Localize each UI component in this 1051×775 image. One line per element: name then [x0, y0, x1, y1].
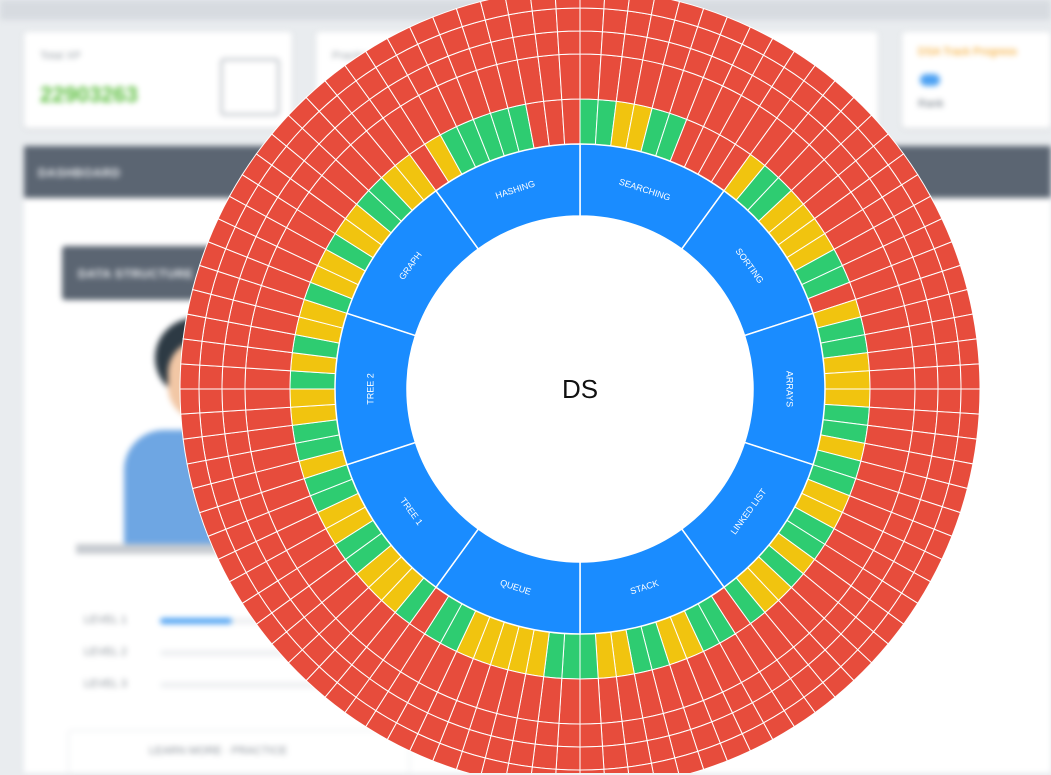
problem-cell[interactable]: [221, 388, 247, 413]
problem-cell[interactable]: [534, 720, 560, 747]
problem-cell[interactable]: [558, 677, 581, 725]
problem-cell[interactable]: [556, 722, 581, 748]
topic-label: TREE 2: [365, 373, 375, 405]
problem-cell[interactable]: [621, 717, 648, 745]
problem-cell[interactable]: [579, 30, 604, 56]
problem-cell[interactable]: [289, 388, 337, 408]
problem-cell[interactable]: [953, 313, 978, 342]
problem-cell[interactable]: [558, 53, 581, 101]
problem-cell[interactable]: [531, 743, 559, 770]
problem-cell[interactable]: [601, 743, 629, 770]
problem-cell[interactable]: [913, 365, 939, 390]
problem-cell[interactable]: [934, 410, 961, 438]
problem-cell[interactable]: [579, 7, 605, 33]
problem-cell[interactable]: [199, 340, 226, 368]
problem-cell[interactable]: [600, 720, 626, 747]
problem-cell[interactable]: [244, 388, 292, 411]
problem-cell[interactable]: [579, 0, 605, 10]
problem-cell[interactable]: [579, 722, 604, 748]
problem-cell[interactable]: [561, 98, 581, 146]
problem-cell[interactable]: [222, 409, 249, 435]
problem-cell[interactable]: [508, 10, 536, 38]
problem-cell[interactable]: [959, 388, 981, 415]
problem-cell[interactable]: [934, 340, 961, 368]
problem-cell[interactable]: [957, 338, 980, 366]
problem-cell[interactable]: [868, 367, 916, 390]
problem-cell[interactable]: [556, 30, 581, 56]
problem-cell[interactable]: [179, 388, 201, 415]
progress-sunburst-chart: SEARCHINGSORTINGARRAYSLINKED LISTSTACKQU…: [179, 0, 981, 773]
problem-cell[interactable]: [555, 768, 581, 773]
problem-cell[interactable]: [959, 363, 981, 390]
problem-cell[interactable]: [624, 740, 652, 768]
problem-cell[interactable]: [579, 632, 599, 680]
problem-cell[interactable]: [936, 364, 962, 390]
problem-cell[interactable]: [198, 364, 224, 390]
problem-cell[interactable]: [579, 677, 602, 725]
problem-cell[interactable]: [180, 338, 203, 366]
problem-cell[interactable]: [222, 343, 249, 369]
problem-cell[interactable]: [182, 313, 207, 342]
problem-cell[interactable]: [579, 745, 605, 771]
problem-cell[interactable]: [555, 745, 581, 771]
problem-cell[interactable]: [936, 388, 962, 414]
problem-cell[interactable]: [198, 388, 224, 414]
problem-cell[interactable]: [244, 367, 292, 390]
problem-cell[interactable]: [601, 8, 629, 35]
problem-cell[interactable]: [221, 365, 247, 390]
problem-cell[interactable]: [224, 430, 252, 457]
problem-cell[interactable]: [555, 0, 581, 10]
problem-cell[interactable]: [182, 436, 207, 465]
problem-cell[interactable]: [530, 0, 557, 12]
problem-cell[interactable]: [201, 433, 229, 461]
problem-cell[interactable]: [957, 412, 980, 440]
problem-cell[interactable]: [180, 412, 203, 440]
problem-cell[interactable]: [179, 363, 201, 390]
problem-cell[interactable]: [823, 370, 871, 390]
problem-cell[interactable]: [579, 53, 602, 101]
problem-cell[interactable]: [555, 7, 581, 33]
problem-cell[interactable]: [911, 343, 938, 369]
problem-cell[interactable]: [512, 33, 539, 61]
problem-cell[interactable]: [868, 388, 916, 411]
problem-cell[interactable]: [931, 317, 959, 345]
problem-cell[interactable]: [908, 321, 936, 348]
problem-cell[interactable]: [603, 0, 630, 12]
problem-cell[interactable]: [534, 31, 560, 58]
problem-cell[interactable]: [953, 436, 978, 465]
problem-cell[interactable]: [600, 31, 626, 58]
problem-cell[interactable]: [579, 768, 605, 773]
topic-label: ARRAYS: [785, 371, 795, 407]
problem-cell[interactable]: [199, 410, 226, 438]
problem-cell[interactable]: [911, 409, 938, 435]
center-label: DS: [562, 374, 598, 404]
problem-cell[interactable]: [531, 8, 559, 35]
problem-cell[interactable]: [913, 388, 939, 413]
